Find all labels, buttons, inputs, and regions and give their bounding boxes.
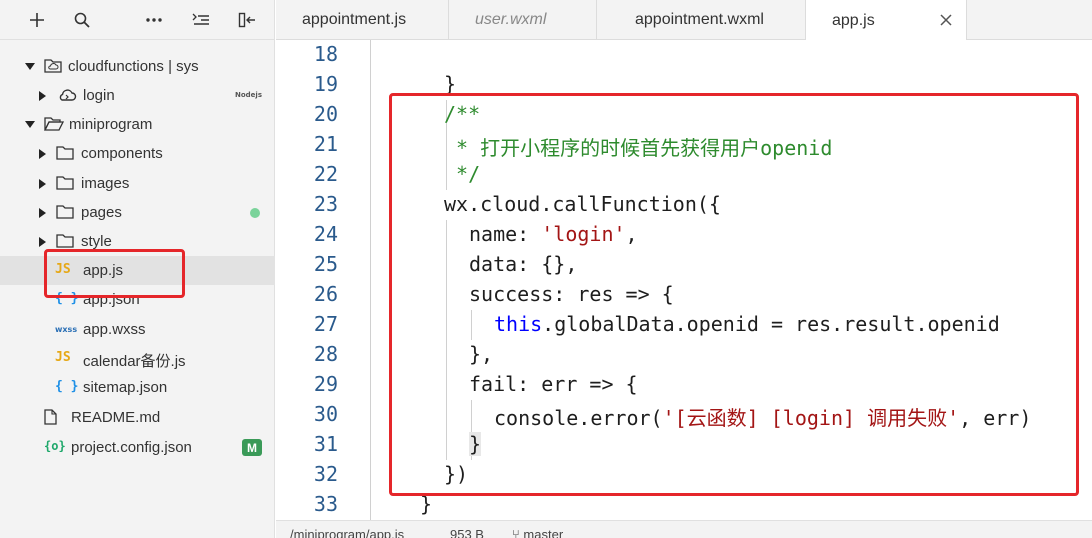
tab-user-wxml[interactable]: user.wxml — [449, 0, 597, 40]
tree-item-label: sitemap.json — [83, 379, 168, 396]
folder-icon — [56, 176, 74, 190]
tree-item-images[interactable]: images — [0, 169, 275, 198]
file-icon — [44, 409, 57, 425]
close-icon[interactable] — [939, 13, 953, 27]
tree-item-project-config[interactable]: {o} project.config.json M — [0, 433, 275, 462]
git-modified-badge: M — [242, 439, 262, 456]
json-file-icon: { } — [55, 379, 79, 394]
explorer-toolbar — [0, 0, 275, 40]
split-view-icon[interactable] — [232, 0, 262, 40]
highlight-box-app-js — [44, 249, 185, 298]
line-number: 19 — [313, 72, 338, 96]
cloud-folder-icon — [44, 58, 62, 73]
chevron-down-icon[interactable] — [25, 63, 35, 70]
line-number: 18 — [313, 42, 338, 66]
folder-icon — [56, 205, 74, 219]
folder-open-icon — [44, 117, 64, 131]
code-line: 18 — [276, 40, 1092, 70]
line-number: 33 — [313, 492, 338, 516]
plus-icon[interactable] — [22, 0, 52, 40]
status-bar: /miniprogram/app.js 953 B ⑂ master — [276, 520, 1092, 538]
folder-icon — [56, 234, 74, 248]
line-number: 21 — [313, 132, 338, 156]
tree-item-label: components — [81, 145, 163, 162]
tree-item-label: project.config.json — [71, 439, 192, 456]
line-number: 24 — [313, 222, 338, 246]
tree-item-pages[interactable]: pages — [0, 198, 275, 227]
line-number: 22 — [313, 162, 338, 186]
folder-icon — [56, 146, 74, 160]
tree-item-label: login — [83, 87, 115, 104]
line-number: 28 — [313, 342, 338, 366]
modified-dot — [250, 208, 260, 218]
tab-app-js[interactable]: app.js — [806, 0, 967, 41]
js-file-icon: JS — [55, 350, 71, 365]
search-icon[interactable] — [67, 0, 97, 40]
chevron-right-icon[interactable] — [39, 149, 46, 159]
highlight-box-code — [389, 93, 1079, 496]
branch-label: master — [523, 527, 564, 538]
chevron-right-icon[interactable] — [39, 237, 46, 247]
tab-label: app.js — [832, 11, 875, 29]
tree-item-label: cloudfunctions | sys — [68, 58, 199, 75]
branch-icon: ⑂ — [512, 527, 524, 538]
line-number: 32 — [313, 462, 338, 486]
git-branch[interactable]: ⑂ master — [512, 527, 563, 538]
cloud-function-icon — [57, 88, 77, 102]
editor-tabs: appointment.js user.wxml appointment.wxm… — [276, 0, 1092, 41]
line-number: 27 — [313, 312, 338, 336]
line-number: 30 — [313, 402, 338, 426]
tree-item-app-wxss[interactable]: wxss app.wxss — [0, 315, 275, 344]
tree-item-sitemap-json[interactable]: { } sitemap.json — [0, 373, 275, 402]
chevron-right-icon[interactable] — [39, 208, 46, 218]
chevron-down-icon[interactable] — [25, 121, 35, 128]
tree-item-calendar-backup-js[interactable]: JS calendar备份.js — [0, 344, 275, 373]
line-number: 26 — [313, 282, 338, 306]
nodejs-badge: Nodejs — [235, 91, 262, 99]
tab-label: appointment.wxml — [635, 11, 764, 28]
tab-label: user.wxml — [475, 11, 547, 28]
tree-item-label: README.md — [71, 409, 161, 426]
chevron-right-icon[interactable] — [39, 91, 46, 101]
file-path: /miniprogram/app.js — [290, 527, 405, 538]
tree-item-label: images — [81, 175, 130, 192]
tree-item-miniprogram[interactable]: miniprogram — [0, 110, 275, 139]
tab-appointment-js[interactable]: appointment.js — [276, 0, 449, 40]
wxss-file-icon: wxss — [55, 325, 78, 334]
line-number: 25 — [313, 252, 338, 276]
line-number: 29 — [313, 372, 338, 396]
tree-item-login[interactable]: login Nodejs — [0, 81, 275, 110]
tree-item-label: app.wxss — [83, 321, 146, 338]
tree-item-label: pages — [81, 204, 122, 221]
line-number: 31 — [313, 432, 338, 456]
tab-label: appointment.js — [302, 11, 407, 28]
ellipsis-icon[interactable] — [139, 0, 169, 40]
tree-item-readme[interactable]: README.md — [0, 403, 275, 432]
tree-item-label: style — [81, 233, 112, 250]
line-number: 20 — [313, 102, 338, 126]
tab-appointment-wxml[interactable]: appointment.wxml — [597, 0, 806, 40]
chevron-right-icon[interactable] — [39, 179, 46, 189]
tree-item-cloudfunctions[interactable]: cloudfunctions | sys — [0, 52, 275, 81]
line-number: 23 — [313, 192, 338, 216]
file-size: 953 B — [450, 527, 484, 538]
config-file-icon: {o} — [44, 439, 66, 453]
tree-item-label: miniprogram — [69, 116, 153, 133]
tree-item-components[interactable]: components — [0, 139, 275, 168]
collapse-all-icon[interactable] — [186, 0, 216, 40]
tree-item-label: calendar备份.js — [83, 353, 186, 370]
